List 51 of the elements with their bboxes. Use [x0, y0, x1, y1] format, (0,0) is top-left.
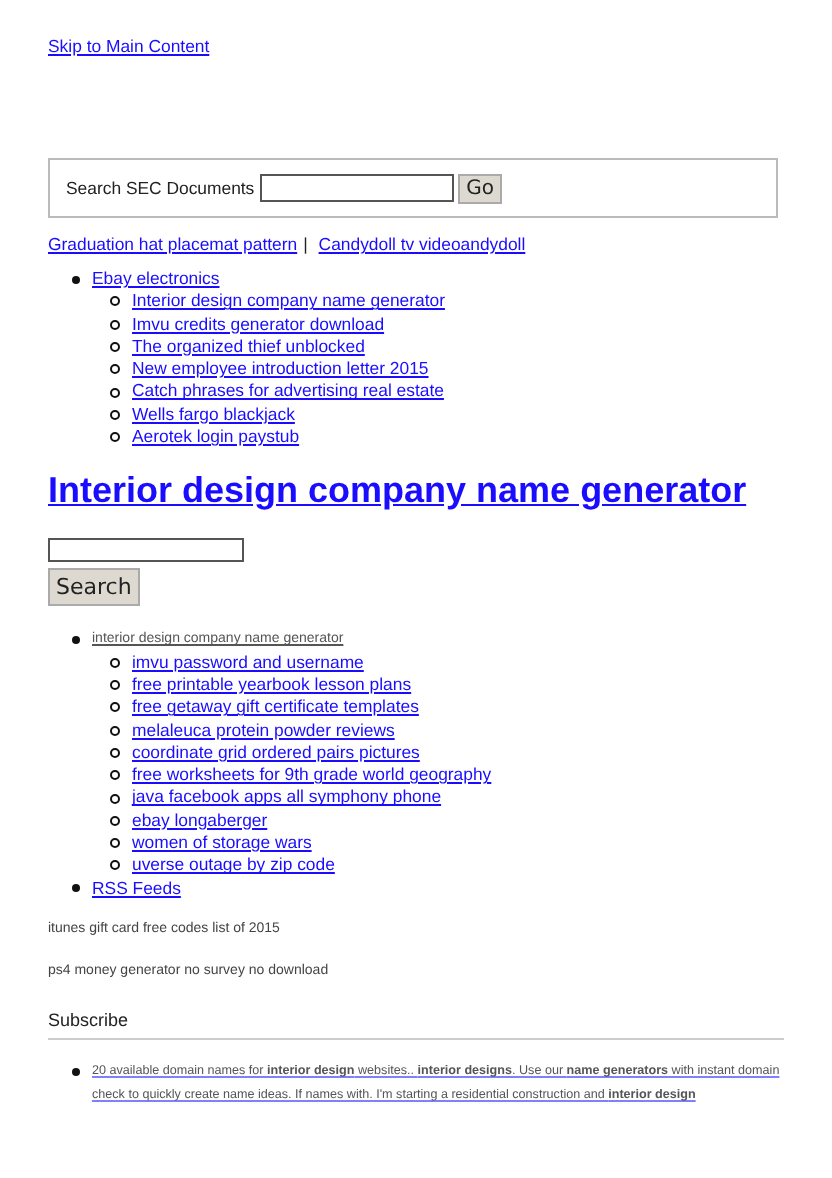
list-link[interactable]: free printable yearbook lesson plans — [132, 673, 412, 697]
bullet-icon — [72, 275, 80, 284]
nav-link[interactable]: Aerotek login paystub — [132, 426, 300, 449]
bullet-icon — [110, 680, 120, 691]
bullet-icon — [72, 1067, 80, 1076]
link-separator: | — [303, 234, 308, 254]
list-link[interactable]: imvu password and username — [132, 651, 364, 674]
bullet-icon — [110, 319, 120, 330]
bullet-icon — [72, 884, 80, 893]
bullet-icon — [110, 342, 120, 353]
top-link[interactable]: Candydoll tv videoandydoll — [318, 234, 526, 254]
bullet-icon — [110, 838, 120, 849]
search-field[interactable] — [260, 174, 455, 202]
rss-link[interactable]: RSS Feeds — [92, 877, 181, 900]
skip-link[interactable]: Skip to Main Content — [48, 36, 210, 56]
bullet-icon — [110, 748, 120, 758]
bullet-icon — [110, 432, 120, 443]
search-button[interactable]: Search — [48, 568, 140, 607]
bullet-icon — [110, 725, 120, 736]
go-button[interactable]: Go — [458, 173, 503, 203]
list-link[interactable]: uverse outage by zip code — [132, 854, 335, 878]
bullet-icon — [110, 860, 120, 871]
nav-link[interactable]: Imvu credits generator download — [132, 313, 385, 336]
list-link[interactable]: free worksheets for 9th grade world geography — [132, 764, 492, 787]
bullet-icon — [110, 387, 120, 398]
list-link[interactable]: free getaway gift certificate templates — [132, 696, 419, 720]
bullet-icon — [110, 702, 120, 713]
subscribe-heading: Subscribe — [48, 1009, 131, 1030]
search-field[interactable] — [48, 538, 244, 563]
bullet-icon — [110, 409, 120, 420]
nav-link[interactable]: Catch phrases for advertising real estate — [132, 380, 444, 404]
nav-link[interactable]: Ebay electronics — [92, 268, 220, 291]
bullet-icon — [110, 364, 120, 375]
bullet-icon — [110, 793, 120, 804]
nav-link[interactable]: Interior design company name generator — [132, 290, 445, 314]
bullet-icon — [110, 296, 120, 307]
bullet-icon — [110, 815, 120, 826]
bullet-icon — [110, 657, 120, 668]
list-link[interactable]: java facebook apps all symphony phone — [132, 786, 442, 810]
bullet-icon — [110, 770, 120, 781]
top-link[interactable]: Graduation hat placemat pattern — [48, 234, 298, 254]
list-link[interactable]: coordinate grid ordered pairs pictures — [132, 741, 420, 765]
nav-link[interactable]: The organized thief unblocked — [132, 335, 365, 359]
list-link[interactable]: women of storage wars — [132, 832, 312, 855]
list-link[interactable]: ebay longaberger — [132, 809, 268, 833]
page-heading[interactable]: Interior design company name generator — [48, 470, 747, 511]
search-label: Search SEC Documents — [66, 178, 255, 198]
nav-link[interactable]: New employee introduction letter 2015 — [132, 358, 429, 381]
nav-link[interactable]: Wells fargo blackjack — [132, 403, 295, 427]
bullet-icon — [72, 636, 80, 645]
list-link[interactable]: melaleuca protein powder reviews — [132, 719, 395, 742]
